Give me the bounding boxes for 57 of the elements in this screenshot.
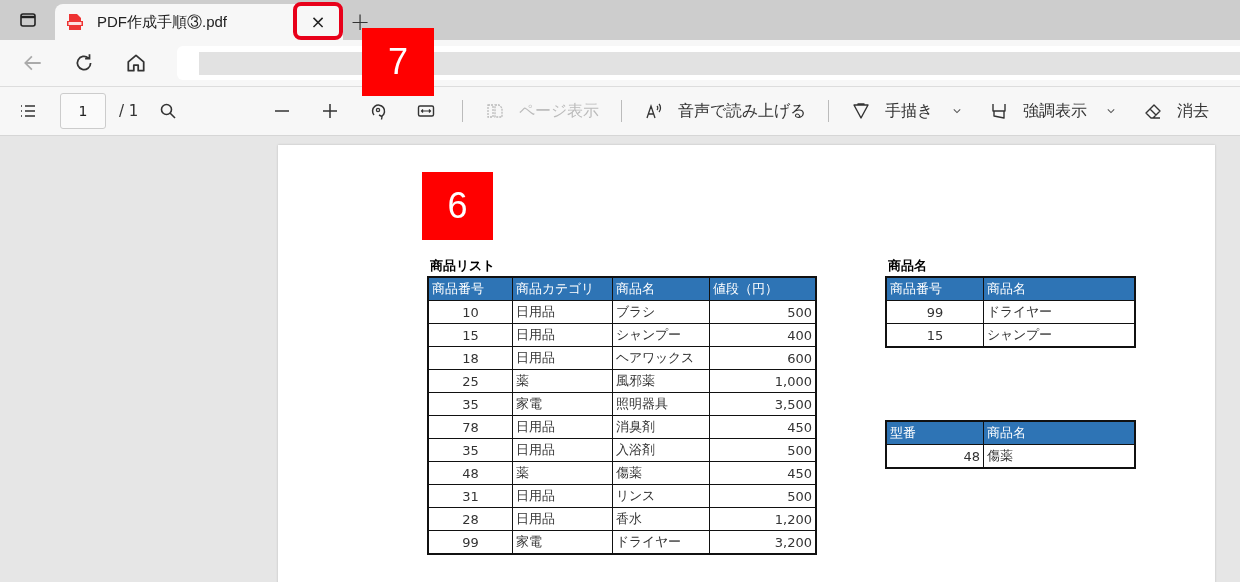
table-cell: 照明器具 xyxy=(612,392,710,416)
column-header: 値段（円） xyxy=(709,277,816,301)
step-number-label: 6 xyxy=(422,172,493,240)
table-cell: 10 xyxy=(428,300,513,324)
column-header: 商品名 xyxy=(612,277,710,301)
home-icon[interactable] xyxy=(125,52,147,74)
table-cell: 99 xyxy=(886,300,984,324)
pen-icon xyxy=(851,101,872,121)
toolbar-button[interactable]: 強調表示 xyxy=(979,93,1098,129)
table-cell: 15 xyxy=(428,323,513,347)
table-cell: 日用品 xyxy=(512,300,613,324)
toolbar-button[interactable]: 手描き xyxy=(841,93,944,129)
pdf-file-icon xyxy=(67,13,83,31)
table-cell: 48 xyxy=(428,461,513,485)
column-header: 商品名 xyxy=(983,421,1135,445)
browser-tab[interactable]: PDF作成手順③.pdf × xyxy=(55,4,343,40)
table-cell: 31 xyxy=(428,484,513,508)
table-cell: 日用品 xyxy=(512,507,613,531)
table-cell: 消臭剤 xyxy=(612,415,710,439)
column-header: 商品カテゴリ xyxy=(512,277,613,301)
page-number-field[interactable]: 1 xyxy=(60,93,106,129)
table-cell: 日用品 xyxy=(512,346,613,370)
table-cell: 18 xyxy=(428,346,513,370)
page-view-icon xyxy=(485,101,506,121)
table-cell: 78 xyxy=(428,415,513,439)
table-cell: シャンプー xyxy=(612,323,710,347)
table-cell: 薬 xyxy=(512,461,613,485)
table-cell: ブラシ xyxy=(612,300,710,324)
table-cell: 薬 xyxy=(512,369,613,393)
page-count: / 1 xyxy=(119,102,139,120)
column-header: 商品名 xyxy=(983,277,1135,301)
table-cell: 日用品 xyxy=(512,415,613,439)
table-cell: 日用品 xyxy=(512,323,613,347)
column-header: 商品番号 xyxy=(428,277,513,301)
table-cell: ヘアワックス xyxy=(612,346,710,370)
table-cell: 35 xyxy=(428,438,513,462)
column-header: 商品番号 xyxy=(886,277,984,301)
toolbar-button[interactable]: 消去 xyxy=(1133,93,1220,129)
table-cell: 風邪薬 xyxy=(612,369,710,393)
tab-panel-icon[interactable] xyxy=(17,10,38,30)
toolbar-button[interactable]: 音声で読み上げる xyxy=(634,93,817,129)
table-title: 商品リスト xyxy=(429,257,496,275)
table-cell: リンス xyxy=(612,484,710,508)
table-cell: 入浴剤 xyxy=(612,438,710,462)
table-cell: 35 xyxy=(428,392,513,416)
table-cell: 日用品 xyxy=(512,438,613,462)
table-cell: 25 xyxy=(428,369,513,393)
column-header: 型番 xyxy=(886,421,984,445)
table-cell: 家電 xyxy=(512,392,613,416)
table-cell: 28 xyxy=(428,507,513,531)
table-cell: 香水 xyxy=(612,507,710,531)
step-number-label: 7 xyxy=(362,28,434,96)
table-cell: 日用品 xyxy=(512,484,613,508)
address-field[interactable] xyxy=(177,46,1240,80)
table-cell: 傷薬 xyxy=(612,461,710,485)
table-title: 商品名 xyxy=(887,257,928,275)
tab-title: PDF作成手順③.pdf xyxy=(97,12,229,32)
